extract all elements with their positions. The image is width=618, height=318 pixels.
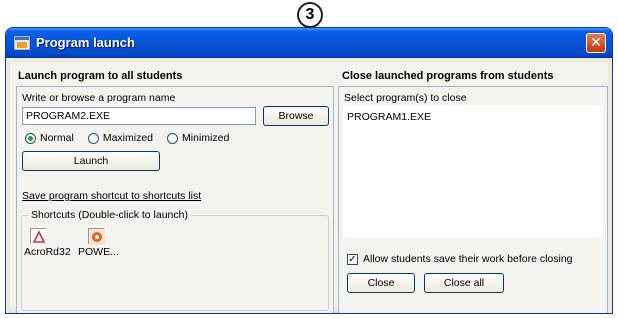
close-icon: ✕ [590,34,602,50]
shortcuts-groupbox: Shortcuts (Double-click to launch) AcroR… [21,209,329,311]
step-number-badge: 3 [297,2,323,28]
radio-minimized[interactable]: Minimized [167,132,229,144]
allow-save-option[interactable]: ✓ Allow students save their work before … [347,253,573,265]
program-name-label: Write or browse a program name [22,92,176,104]
close-panel: Select program(s) to close PROGRAM1.EXE … [338,86,608,313]
shortcuts-legend: Shortcuts (Double-click to launch) [28,209,191,221]
program-launch-dialog: Program launch ✕ Launch program to all s… [5,27,613,314]
window-title: Program launch [36,35,135,50]
shortcut-label: AcroRd32 [24,246,71,258]
radio-label: Maximized [102,132,154,144]
select-programs-label: Select program(s) to close [344,92,467,104]
close-button[interactable]: Close [347,273,415,293]
close-all-button[interactable]: Close all [424,273,504,293]
dialog-body: Launch program to all students Write or … [10,62,608,313]
running-programs-list[interactable]: PROGRAM1.EXE [343,105,603,238]
radio-button[interactable] [87,132,99,144]
radio-label: Normal [40,132,74,144]
launch-panel: Write or browse a program name PROGRAM2.… [16,86,334,313]
radio-maximized[interactable]: Maximized [87,132,154,144]
shortcut-acrord32[interactable]: AcroRd32 [24,228,71,258]
allow-save-checkbox[interactable]: ✓ [347,253,358,265]
browse-button[interactable]: Browse [263,106,329,126]
radio-normal[interactable]: Normal [25,132,74,144]
shortcut-powerpoint[interactable]: POWE... [78,228,119,258]
allow-save-label: Allow students save their work before cl… [363,253,573,265]
radio-button[interactable] [167,132,179,144]
close-window-button[interactable]: ✕ [586,33,606,53]
program-name-input[interactable]: PROGRAM2.EXE [22,107,256,125]
shortcut-label: POWE... [78,246,119,258]
pdf-icon [30,228,47,245]
window-app-icon [13,35,31,51]
window-state-radio-group: Normal Maximized Minimized [25,132,243,144]
launch-button[interactable]: Launch [22,151,160,171]
powerpoint-icon [88,228,105,245]
title-bar: Program launch ✕ [6,28,612,58]
launch-section-title: Launch program to all students [18,70,183,82]
list-item[interactable]: PROGRAM1.EXE [347,111,599,123]
radio-button[interactable] [25,132,36,144]
close-section-title: Close launched programs from students [342,70,554,82]
save-shortcut-link[interactable]: Save program shortcut to shortcuts list [22,190,201,202]
radio-label: Minimized [182,132,230,144]
